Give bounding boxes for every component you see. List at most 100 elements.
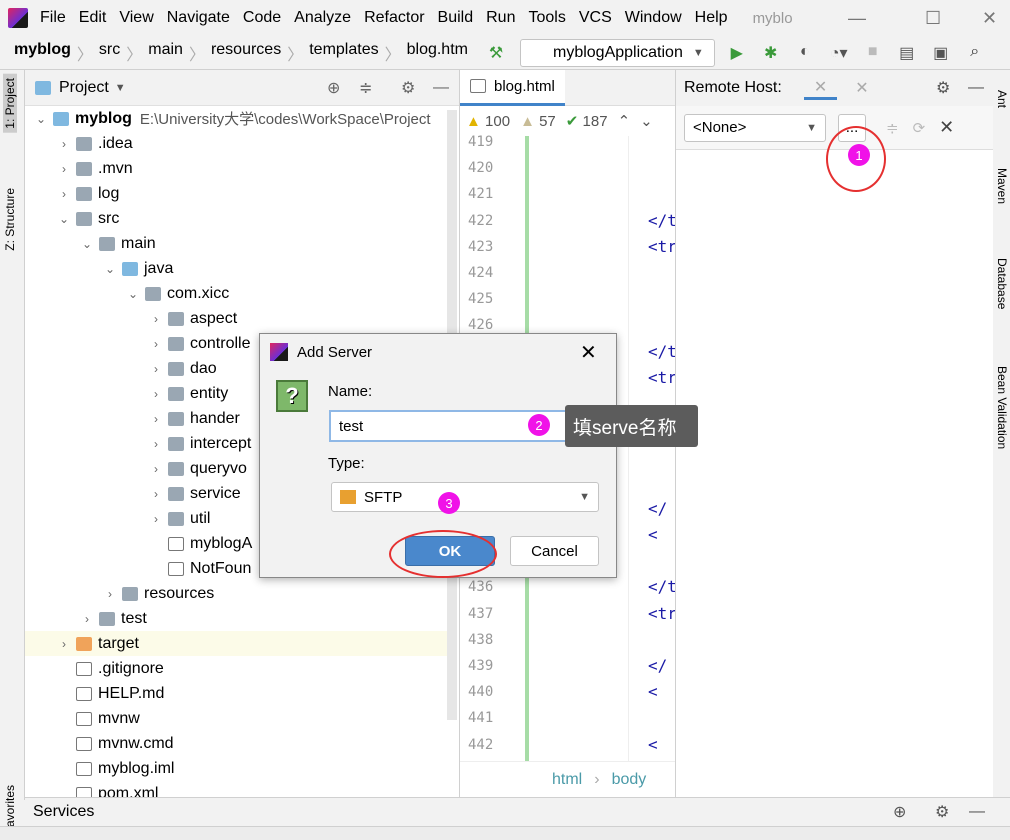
stop-icon[interactable]: ■	[861, 43, 885, 63]
hide-icon[interactable]: —	[433, 79, 449, 97]
menu-edit[interactable]: Edit	[79, 9, 107, 27]
chevron-right-icon[interactable]: ›	[56, 637, 72, 651]
gear-icon[interactable]: ⚙	[936, 78, 950, 98]
menu-file[interactable]: File	[40, 9, 66, 27]
crumb-bloghtm[interactable]: blog.htm	[401, 41, 474, 65]
tab-structure[interactable]: Z: Structure	[3, 188, 17, 251]
tree-item[interactable]: › .mvn	[25, 156, 447, 181]
tree-item[interactable]: ⌄ src	[25, 206, 447, 231]
chevron-right-icon[interactable]: ›	[148, 312, 164, 326]
tree-item[interactable]: mvnw	[25, 706, 447, 731]
locate-icon[interactable]: ⊕	[327, 78, 340, 98]
prev-highlight-icon[interactable]: ⌃	[618, 112, 631, 130]
tab-ant[interactable]: Ant	[995, 90, 1009, 108]
crumb-html[interactable]: html	[552, 771, 582, 789]
chevron-right-icon[interactable]: ›	[148, 387, 164, 401]
code-line[interactable]: </t	[648, 211, 677, 230]
tree-item[interactable]: ⌄ myblog E:\University大学\codes\WorkSpace\P…	[25, 106, 447, 131]
chevron-down-icon[interactable]: ⌄	[125, 287, 141, 301]
menu-run[interactable]: Run	[486, 9, 515, 27]
crumb-src[interactable]: src	[93, 41, 126, 65]
tab-bean-validation[interactable]: Bean Validation	[995, 366, 1009, 449]
chevron-down-icon[interactable]: ⌄	[33, 112, 49, 126]
crumb-main[interactable]: main	[142, 41, 189, 65]
inspection-bar[interactable]: ▲ 100 ▲ 57 ✔ 187 ⌃ ⌄	[460, 106, 675, 136]
tree-item[interactable]: myblog.iml	[25, 756, 447, 781]
refresh-icon[interactable]: ⟳	[913, 119, 926, 137]
debug-icon[interactable]: ✱	[759, 43, 783, 63]
chevron-right-icon[interactable]: ›	[148, 437, 164, 451]
code-line[interactable]: <	[648, 735, 658, 754]
tree-item[interactable]: › test	[25, 606, 447, 631]
gear-icon[interactable]: ⚙	[401, 78, 415, 98]
crumb-body[interactable]: body	[612, 771, 647, 789]
tab-project[interactable]: 1: Project	[3, 74, 17, 133]
menu-navigate[interactable]: Navigate	[167, 9, 230, 27]
type-select[interactable]: SFTP ▼	[331, 482, 599, 512]
project-structure-icon[interactable]: ▤	[895, 43, 919, 63]
crumb-myblog[interactable]: myblog	[8, 41, 77, 65]
chevron-right-icon[interactable]: ›	[148, 362, 164, 376]
run-icon[interactable]: ▶	[725, 43, 749, 63]
tree-item[interactable]: ⌄ java	[25, 256, 447, 281]
terminal-icon[interactable]: ▣	[929, 43, 953, 63]
code-line[interactable]: </t	[648, 577, 677, 596]
gear-icon[interactable]: ⚙	[935, 802, 949, 822]
coverage-icon[interactable]: ◐	[793, 43, 817, 63]
collapse-icon[interactable]: ≑	[886, 119, 899, 137]
tree-item[interactable]: › log	[25, 181, 447, 206]
chevron-right-icon[interactable]: ›	[148, 487, 164, 501]
chevron-right-icon[interactable]: ›	[56, 162, 72, 176]
services-title[interactable]: Services	[33, 803, 94, 821]
menu-help[interactable]: Help	[695, 9, 728, 27]
close-icon[interactable]: ✕	[939, 117, 954, 138]
menu-refactor[interactable]: Refactor	[364, 9, 424, 27]
close-icon[interactable]: ✕	[580, 340, 597, 365]
tree-item[interactable]: › resources	[25, 581, 447, 606]
chevron-down-icon[interactable]: ▼	[115, 82, 126, 94]
hide-icon[interactable]: —	[968, 79, 984, 97]
tab-database[interactable]: Database	[995, 258, 1009, 309]
code-line[interactable]: <	[648, 525, 658, 544]
code-line[interactable]: <tr	[648, 604, 677, 623]
collapse-all-icon[interactable]: ≑	[359, 78, 372, 98]
code-line[interactable]: <tr	[648, 237, 677, 256]
chevron-right-icon[interactable]: ›	[56, 137, 72, 151]
tab-blog-html[interactable]: blog.html	[460, 69, 565, 106]
chevron-right-icon[interactable]: ›	[148, 337, 164, 351]
server-select[interactable]: <None> ▼	[684, 113, 826, 142]
minimize-button[interactable]: —	[848, 8, 866, 29]
tab-maven[interactable]: Maven	[995, 168, 1009, 204]
search-icon[interactable]: ⌕	[963, 43, 987, 63]
code-line[interactable]: </	[648, 499, 667, 518]
close-window-button[interactable]: ✕	[982, 8, 997, 29]
code-line[interactable]: <tr	[648, 368, 677, 387]
chevron-down-icon[interactable]: ⌄	[102, 262, 118, 276]
next-highlight-icon[interactable]: ⌄	[640, 112, 653, 130]
tree-item[interactable]: mvnw.cmd	[25, 731, 447, 756]
tree-item[interactable]: › .idea	[25, 131, 447, 156]
maximize-button[interactable]: ☐	[925, 8, 941, 29]
chevron-right-icon[interactable]: ›	[148, 412, 164, 426]
chevron-right-icon[interactable]: ›	[79, 612, 95, 626]
build-hammer-icon[interactable]: ⚒	[484, 43, 508, 63]
tree-item[interactable]: ⌄ main	[25, 231, 447, 256]
chevron-down-icon[interactable]: ⌄	[79, 237, 95, 251]
menu-code[interactable]: Code	[243, 9, 281, 27]
menu-tools[interactable]: Tools	[528, 9, 565, 27]
code-line[interactable]: <	[648, 682, 658, 701]
menu-vcs[interactable]: VCS	[579, 9, 612, 27]
cancel-button[interactable]: Cancel	[510, 536, 599, 566]
tree-item[interactable]: › target	[25, 631, 447, 656]
chevron-right-icon[interactable]: ›	[148, 462, 164, 476]
tree-item[interactable]: HELP.md	[25, 681, 447, 706]
hide-icon[interactable]: —	[969, 803, 985, 821]
tree-item[interactable]: › aspect	[25, 306, 447, 331]
chevron-right-icon[interactable]: ›	[56, 187, 72, 201]
chevron-down-icon[interactable]: ⌄	[56, 212, 72, 226]
menu-analyze[interactable]: Analyze	[294, 9, 351, 27]
tab-close-icon[interactable]: ✕	[855, 78, 868, 98]
chevron-right-icon[interactable]: ›	[102, 587, 118, 601]
code-line[interactable]: </t	[648, 342, 677, 361]
project-title[interactable]: Project	[59, 79, 109, 97]
